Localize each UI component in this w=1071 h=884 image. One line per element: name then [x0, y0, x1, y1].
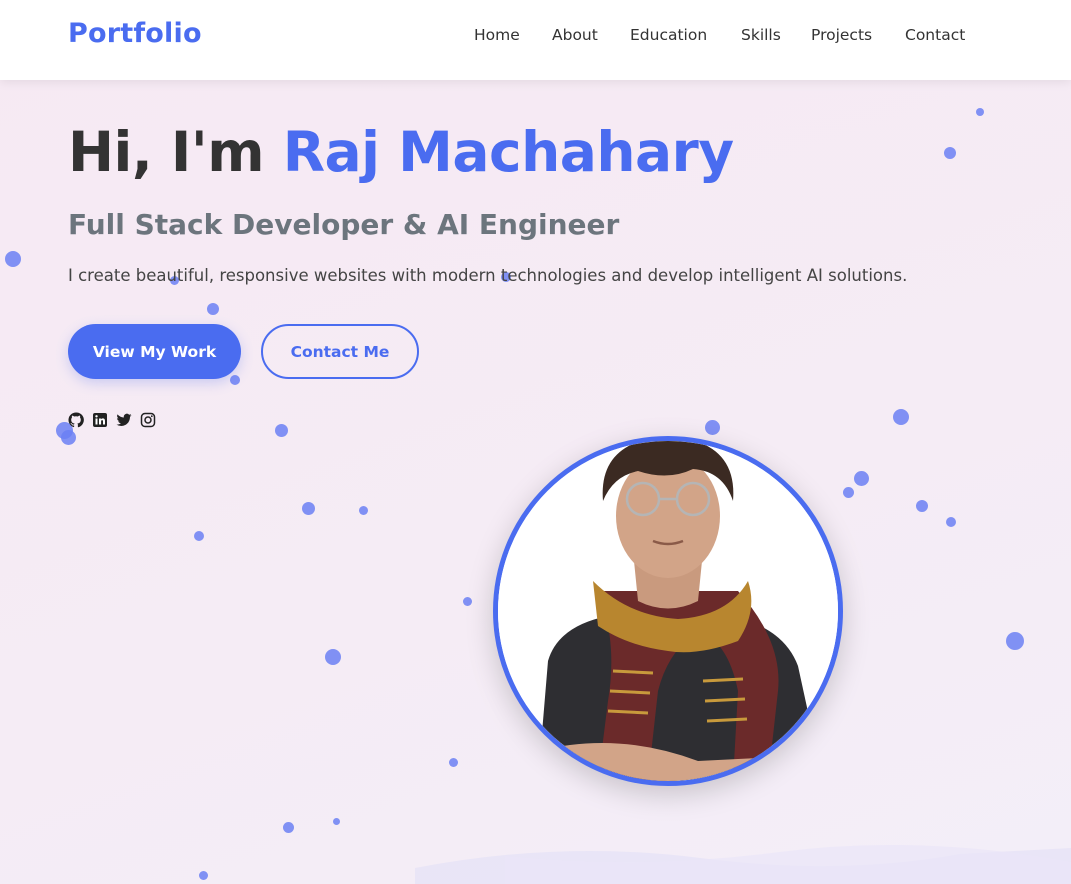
navbar: Portfolio Home About Education Skills Pr… [0, 0, 1071, 80]
nav-item-projects[interactable]: Projects [811, 26, 872, 44]
particle [843, 487, 854, 498]
hero-description: I create beautiful, responsive websites … [68, 266, 908, 285]
nav-item-home[interactable]: Home [474, 26, 520, 44]
nav-item-skills[interactable]: Skills [741, 26, 781, 44]
nav-links: Home About Education Skills Projects Con… [0, 26, 1071, 50]
particle [207, 303, 219, 315]
particle [449, 758, 458, 767]
particle [283, 822, 294, 833]
particle [916, 500, 928, 512]
particle [61, 430, 76, 445]
hero-title: Hi, I'm Raj Machahary [68, 120, 734, 184]
particle [1006, 632, 1024, 650]
nav-item-education[interactable]: Education [630, 26, 707, 44]
hero-name: Raj Machahary [282, 120, 734, 184]
particle [275, 424, 288, 437]
particle [463, 597, 472, 606]
particle [976, 108, 984, 116]
particle [194, 531, 204, 541]
profile-photo [493, 436, 843, 786]
particle [5, 251, 21, 267]
view-my-work-button[interactable]: View My Work [68, 324, 241, 379]
particle [359, 506, 368, 515]
particle [946, 517, 956, 527]
nav-item-about[interactable]: About [552, 26, 598, 44]
hero-subtitle: Full Stack Developer & AI Engineer [68, 208, 620, 241]
particle [333, 818, 340, 825]
linkedin-icon[interactable] [92, 412, 108, 428]
hero-greeting: Hi, I'm [68, 120, 283, 184]
particle [230, 375, 240, 385]
twitter-icon[interactable] [116, 412, 132, 428]
instagram-icon[interactable] [140, 412, 156, 428]
particle [302, 502, 315, 515]
decorative-waves [0, 840, 1071, 884]
particle [325, 649, 341, 665]
social-links [68, 412, 159, 430]
particle [705, 420, 720, 435]
particle [893, 409, 909, 425]
particle [944, 147, 956, 159]
particle [854, 471, 869, 486]
github-icon[interactable] [68, 412, 84, 428]
nav-item-contact[interactable]: Contact [905, 26, 965, 44]
contact-me-button[interactable]: Contact Me [261, 324, 419, 379]
